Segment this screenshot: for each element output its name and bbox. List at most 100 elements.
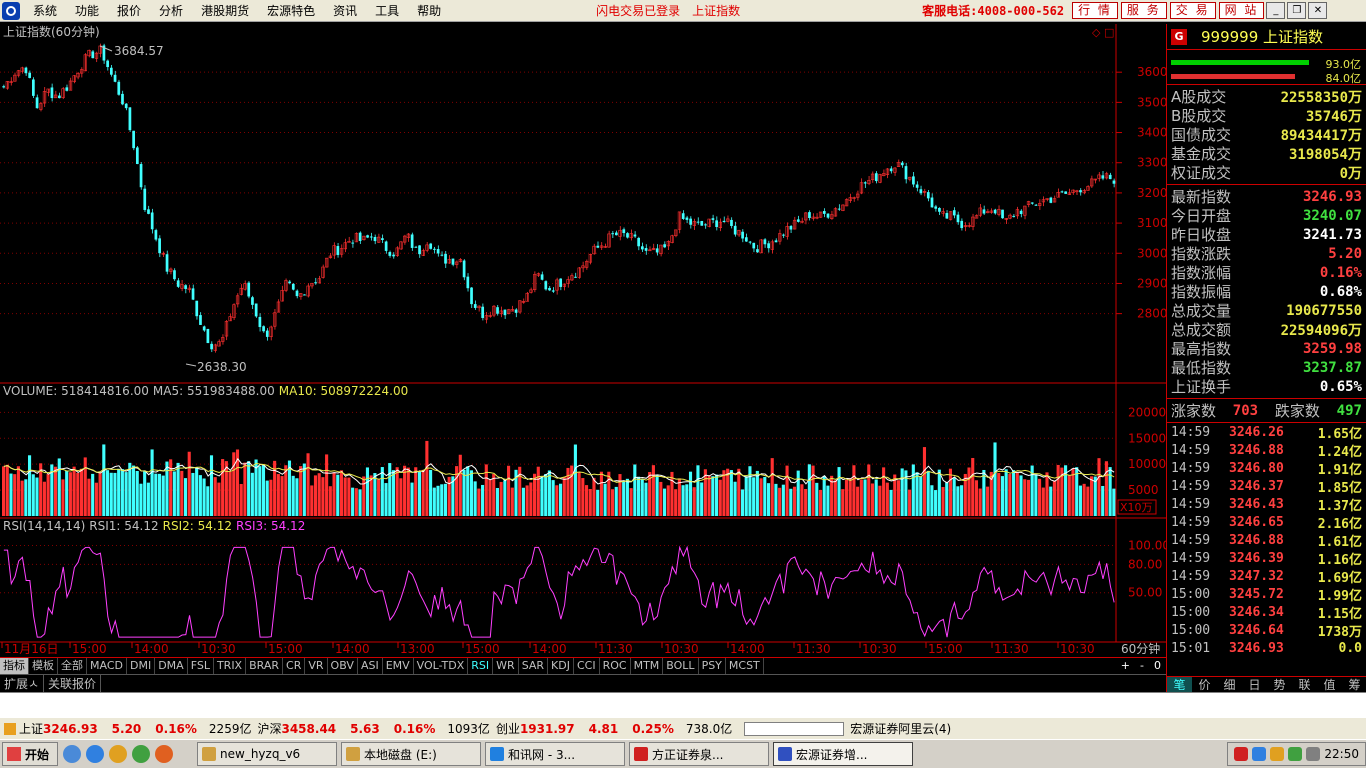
broker-server[interactable]: 宏源证券阿里云(4) [850,720,951,737]
candle-body [436,249,440,254]
tick-row: 14:59 3246.37 1.85亿 [1171,478,1362,496]
quicklaunch-icon[interactable] [63,745,82,763]
volume-bar [269,479,273,516]
candle-body [551,290,555,292]
indicator-zoom-button[interactable]: - [1135,658,1149,674]
quote-button[interactable]: 行 情 [1072,2,1118,19]
indicator-tab-brar[interactable]: BRAR [246,658,284,674]
indicator-tab-mcst[interactable]: MCST [726,658,764,674]
indicator-tab-dmi[interactable]: DMI [127,658,156,674]
browser-icon[interactable] [132,745,151,763]
indicator-tab-vr[interactable]: VR [305,658,328,674]
volume-bar [109,472,113,516]
indicator-tab-boll[interactable]: BOLL [663,658,699,674]
menu-item-news[interactable]: 资讯 [324,2,366,19]
indicator-tab-cci[interactable]: CCI [574,658,600,674]
menu-item-function[interactable]: 功能 [66,2,108,19]
indicator-tab-cr[interactable]: CR [283,658,306,674]
menu-item-analysis[interactable]: 分析 [150,2,192,19]
indicator-tab-macd[interactable]: MACD [87,658,127,674]
indicator-tab-sar[interactable]: SAR [519,658,549,674]
menu-item-hongyuan[interactable]: 宏源特色 [258,2,324,19]
volume-bar [533,473,537,516]
price-tick-label: 3200 [1137,186,1168,200]
qq-icon[interactable] [109,745,128,763]
indicator-tab-rsi[interactable]: RSI [468,658,494,674]
candle-body [132,130,135,149]
time-tick-label: 10:30 [862,642,897,654]
volume-bar [577,471,581,516]
menu-item-quote[interactable]: 报价 [108,2,150,19]
app-icon[interactable] [155,745,174,763]
volume-bar [117,468,121,516]
volume-bar [105,470,110,516]
volume-bar [607,471,611,516]
task-founder[interactable]: 方正证券泉... [629,742,770,766]
menu-item-tools[interactable]: 工具 [366,2,408,19]
restore-button[interactable]: ❐ [1287,2,1307,19]
close-button[interactable]: ✕ [1308,2,1328,19]
kline-chart[interactable]: 上证指数(60分钟) ◇ □ 3684.57 2638.30 3600 3500 3… [0,24,1168,654]
candle-body [826,213,830,218]
indicator-zoom-button[interactable]: 0 [1149,658,1166,674]
task-hyzq[interactable]: new_hyzq_v6 [197,742,338,766]
start-button[interactable]: 开始 [2,742,59,766]
price-tick-label: 2800 [1137,307,1168,321]
task-local-disk[interactable]: 本地磁盘 (E:) [341,742,482,766]
minimize-button[interactable]: _ [1266,2,1286,19]
indicator-tab-mtm[interactable]: MTM [631,658,664,674]
website-button[interactable]: 网 站 [1218,2,1265,19]
indicator-tab-trix[interactable]: TRIX [214,658,247,674]
time-tick-label: 15:00 [268,642,303,654]
indicator-tab-fsl[interactable]: FSL [188,658,214,674]
indicator-tab-psy[interactable]: PSY [699,658,726,674]
ie-icon[interactable] [86,745,105,763]
volume-bar [165,461,169,516]
service-phone: 客服电话:4008-000-562 [922,4,1065,18]
tick-row: 14:59 3246.88 1.24亿 [1171,442,1362,460]
login-status[interactable]: 闪电交易已登录 [590,2,686,19]
chart-options-icon[interactable]: ◇ □ [1092,26,1114,39]
candle-body [50,87,54,99]
volume-bar [391,470,396,516]
candle-body [2,86,6,88]
volume-bar [848,478,852,516]
period-label[interactable]: 60分钟 [1121,641,1160,654]
volume-bar [384,483,388,516]
candle-body [32,79,35,96]
volume-row: 国债成交 89434417万 [1171,126,1362,144]
expand-button[interactable]: 扩展ㅅ [0,675,45,692]
candle-body [863,182,867,184]
volume-bar [42,481,46,516]
indicator-tab-dma[interactable]: DMA [155,658,188,674]
task-hexun[interactable]: 和讯网 - 3... [485,742,626,766]
task-hongyuan[interactable]: 宏源证券增... [773,742,914,766]
indicator-tab-roc[interactable]: ROC [600,658,631,674]
volume-bar [217,482,221,516]
indicator-tab-wr[interactable]: WR [493,658,519,674]
indicator-tab-kdj[interactable]: KDJ [548,658,574,674]
candle-body [711,218,715,220]
volume-bar [198,475,202,516]
indicator-tab-obv[interactable]: OBV [328,658,358,674]
indicator-zoom-button[interactable]: + [1116,658,1135,674]
indicator-tab-全部[interactable]: 全部 [58,658,87,674]
volume-bar [596,489,600,516]
volume-bar [440,484,444,516]
related-quote-button[interactable]: 关联报价 [44,675,102,692]
menu-item-hk-futures[interactable]: 港股期货 [192,2,258,19]
trade-button[interactable]: 交 易 [1169,2,1216,19]
menu-item-help[interactable]: 帮助 [408,2,450,19]
volume-bar [499,481,503,516]
indicator-tab-vol-tdx[interactable]: VOL-TDX [414,658,469,674]
volume-tick-label: 10000 [1128,457,1166,471]
indicator-tab-指标[interactable]: 指标 [0,658,29,674]
service-button[interactable]: 服 务 [1120,2,1167,19]
indicator-tab-emv[interactable]: EMV [383,658,414,674]
volume-bar [154,473,158,516]
volume-tick-label: 15000 [1128,431,1166,445]
indicator-tab-asi[interactable]: ASI [358,658,383,674]
indicator-tab-模板[interactable]: 模板 [29,658,58,674]
volume-bar [822,475,826,516]
menu-item-system[interactable]: 系统 [24,2,66,19]
